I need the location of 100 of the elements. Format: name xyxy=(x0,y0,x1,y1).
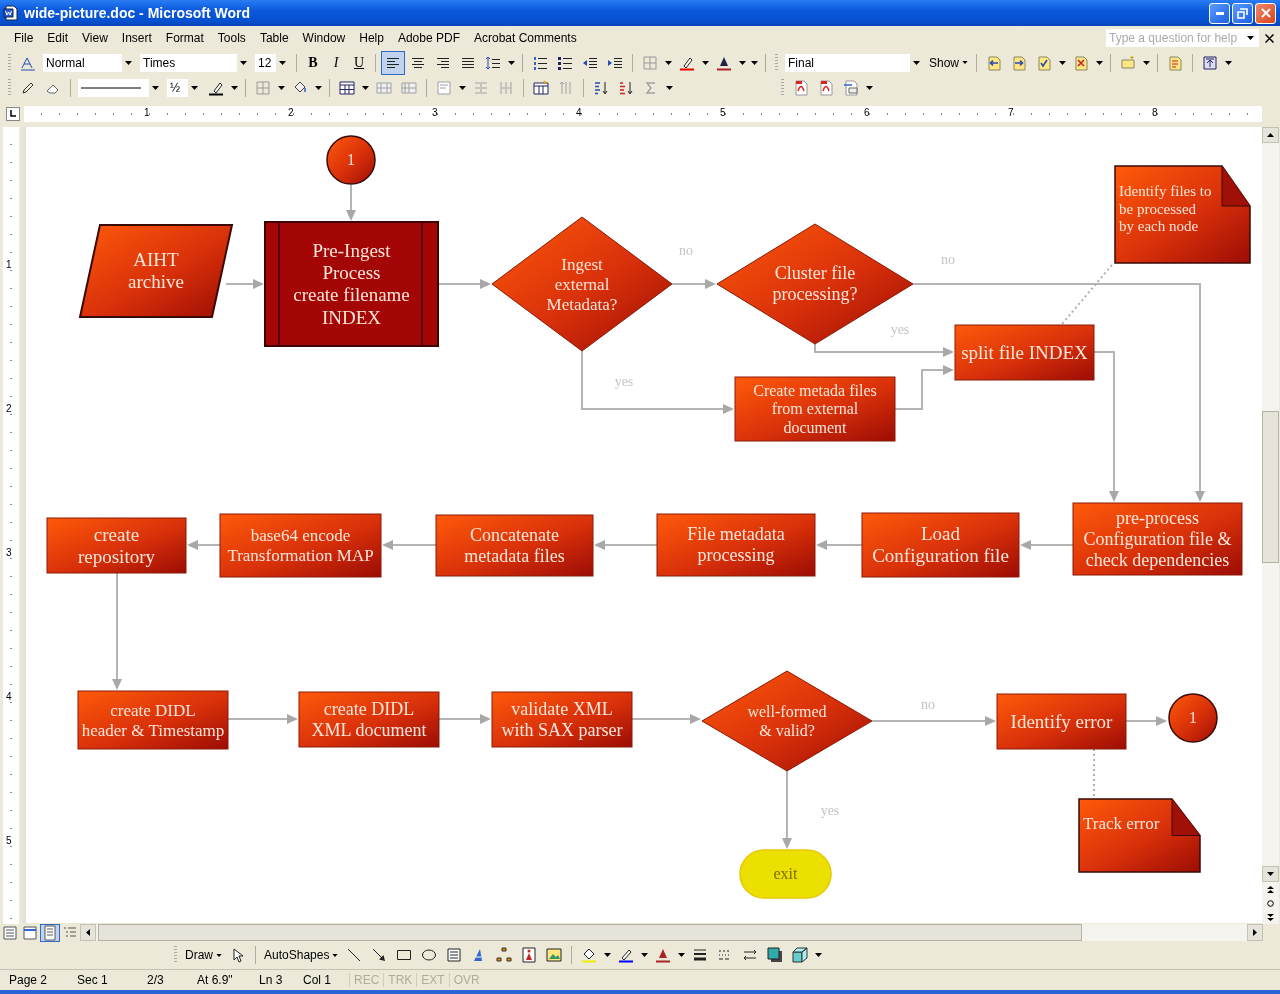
line-weight-dropdown[interactable]: ½ xyxy=(167,78,201,97)
line-style-icon xyxy=(81,86,141,89)
scroll-thumb[interactable] xyxy=(1262,411,1279,563)
scroll-right-button[interactable] xyxy=(1247,924,1263,941)
caret-icon[interactable] xyxy=(1225,60,1233,65)
caret-icon[interactable] xyxy=(279,60,286,65)
help-search-field[interactable]: Type a question for help xyxy=(1106,29,1259,47)
web-layout-icon[interactable] xyxy=(20,923,40,942)
normal-view-icon[interactable] xyxy=(0,923,20,942)
edge-label: no xyxy=(679,243,693,258)
menu-item[interactable]: Window xyxy=(295,29,353,47)
menu-item[interactable]: Edit xyxy=(40,29,76,47)
caret-icon[interactable] xyxy=(702,60,709,65)
connector-arrow xyxy=(1020,540,1074,550)
menu-item[interactable]: View xyxy=(75,29,115,47)
underline-button[interactable]: U xyxy=(348,54,370,71)
status-field: Sec 1 xyxy=(68,973,138,987)
scroll-left-button[interactable] xyxy=(80,924,96,941)
menu-item[interactable]: Table xyxy=(252,29,296,47)
menu-item[interactable]: File xyxy=(7,29,41,47)
terminator-shape: exit xyxy=(739,849,832,899)
caret-icon[interactable] xyxy=(362,85,369,90)
caret-icon[interactable] xyxy=(815,953,823,957)
menu-item[interactable]: Acrobat Comments xyxy=(467,29,584,47)
scroll-thumb[interactable] xyxy=(98,924,1082,941)
caret-icon[interactable] xyxy=(240,60,247,65)
caret-icon[interactable] xyxy=(913,60,920,65)
close-button[interactable] xyxy=(1255,2,1276,24)
caret-icon[interactable] xyxy=(508,60,515,65)
caret-icon[interactable] xyxy=(315,85,322,90)
caret-icon[interactable] xyxy=(665,60,672,65)
draw-menu-button[interactable]: Draw xyxy=(182,946,225,964)
menu-item[interactable]: Help xyxy=(352,29,391,47)
process-box: split file INDEX xyxy=(954,324,1095,381)
connector-arrow xyxy=(816,540,863,550)
caret-icon[interactable] xyxy=(678,953,686,957)
minimize-button[interactable] xyxy=(1209,2,1230,24)
caret-icon[interactable] xyxy=(231,85,238,90)
connector-arrow xyxy=(187,540,221,550)
caret-icon[interactable] xyxy=(332,953,339,957)
connector-arrow xyxy=(382,540,437,550)
caret-icon[interactable] xyxy=(1143,60,1151,65)
edge-label: yes xyxy=(614,374,634,389)
restore-button[interactable] xyxy=(1232,2,1253,24)
ruler-number: 8 xyxy=(1152,106,1158,118)
caret-icon[interactable] xyxy=(278,85,285,90)
status-field: At 6.9" xyxy=(188,973,250,987)
menu-item[interactable]: Adobe PDF xyxy=(390,29,467,47)
ruler-number: 3 xyxy=(432,106,438,118)
browse-object-icon[interactable] xyxy=(1267,899,1274,907)
menu-item[interactable]: Insert xyxy=(114,29,159,47)
caret-icon[interactable] xyxy=(125,60,132,65)
horizontal-scrollbar[interactable] xyxy=(80,924,1263,941)
display-dropdown[interactable]: Final xyxy=(785,53,923,72)
connector-arrow xyxy=(437,279,491,289)
caret-icon[interactable] xyxy=(604,953,612,957)
previous-page-icon[interactable] xyxy=(1267,885,1274,893)
menu-item[interactable]: Format xyxy=(158,29,211,47)
caret-icon[interactable] xyxy=(1096,60,1104,65)
tab-stop-button[interactable] xyxy=(6,106,20,121)
font-size-dropdown[interactable]: 12 xyxy=(255,53,289,72)
caret-icon[interactable] xyxy=(216,953,222,957)
decision-diamond: well-formed & valid? xyxy=(701,670,873,772)
vertical-scrollbar[interactable] xyxy=(1262,127,1279,924)
caret-icon[interactable] xyxy=(962,61,969,64)
connector-circle: 1 xyxy=(1168,693,1218,743)
caret-icon[interactable] xyxy=(666,85,673,90)
style-dropdown[interactable]: Normal xyxy=(43,53,135,72)
font-dropdown[interactable]: Times xyxy=(140,53,250,72)
connector-arrow xyxy=(631,714,701,724)
status-field: Col 1 xyxy=(294,973,349,987)
italic-button[interactable]: I xyxy=(325,54,347,71)
ruler-number: 6 xyxy=(864,106,870,118)
caret-icon[interactable] xyxy=(191,85,198,90)
menu-item[interactable]: Tools xyxy=(210,29,253,47)
next-page-icon[interactable] xyxy=(1267,913,1274,921)
process-box: create DIDL XML document xyxy=(298,691,440,748)
connector-arrow xyxy=(225,279,264,289)
align-left-icon[interactable] xyxy=(381,50,405,75)
ruler-number: 4 xyxy=(6,691,12,702)
ruler-number: 2 xyxy=(6,403,12,414)
restore-icon xyxy=(1237,7,1248,19)
print-layout-icon[interactable] xyxy=(40,923,60,942)
close-icon[interactable] xyxy=(1265,33,1274,43)
predefined-process-box: Pre-Ingest Process create filename INDEX xyxy=(264,221,439,347)
ruler-number: 5 xyxy=(6,835,12,846)
caret-icon[interactable] xyxy=(641,953,649,957)
caret-icon[interactable] xyxy=(1059,60,1067,65)
bold-button[interactable]: B xyxy=(302,54,324,71)
caret-icon[interactable] xyxy=(152,85,159,90)
line-style-dropdown[interactable] xyxy=(78,78,162,97)
autoshapes-menu-button[interactable]: AutoShapes xyxy=(261,946,342,964)
caret-icon[interactable] xyxy=(1247,36,1254,40)
caret-icon[interactable] xyxy=(459,85,466,90)
show-button[interactable]: Show xyxy=(926,53,972,72)
scroll-up-button[interactable] xyxy=(1262,127,1279,143)
caret-icon[interactable] xyxy=(866,85,873,90)
ruler-number: 3 xyxy=(6,547,12,558)
scroll-down-button[interactable] xyxy=(1262,866,1279,882)
document-icon xyxy=(3,5,19,21)
